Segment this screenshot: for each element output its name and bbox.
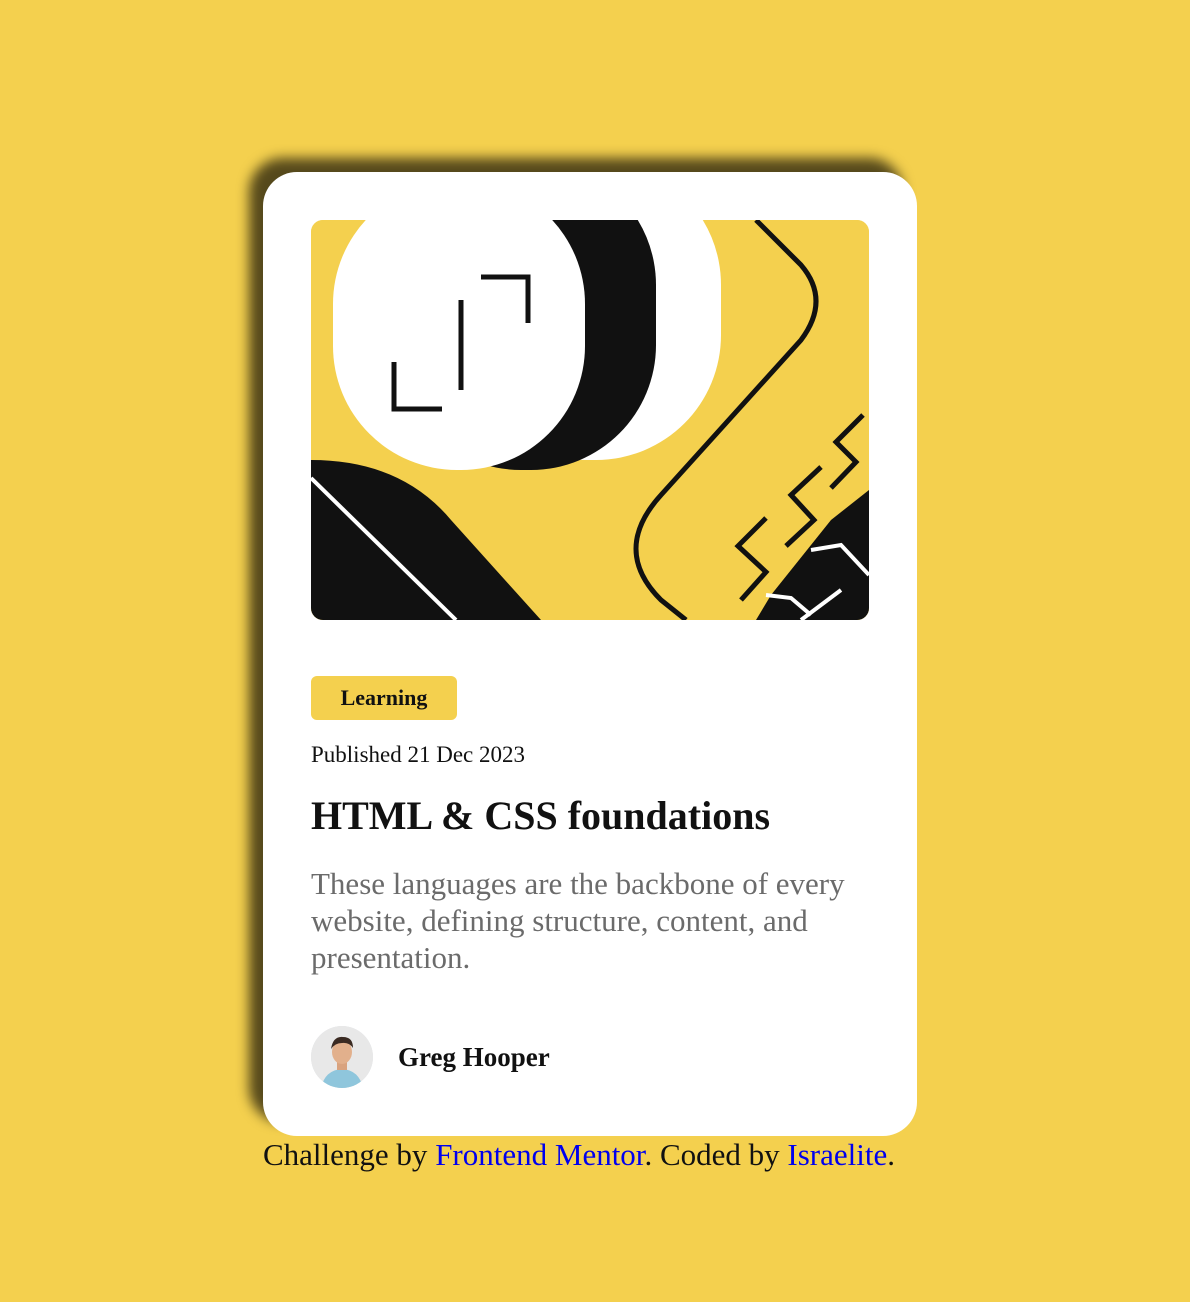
- blog-preview-card: Learning Published 21 Dec 2023 HTML & CS…: [263, 172, 917, 1136]
- attribution-middle: . Coded by: [644, 1137, 788, 1172]
- attribution-suffix: .: [887, 1137, 895, 1172]
- hero-illustration: [311, 220, 869, 620]
- avatar: [311, 1026, 373, 1088]
- attribution: Challenge by Frontend Mentor. Coded by I…: [263, 1137, 895, 1173]
- card-description: These languages are the backbone of ever…: [311, 866, 845, 975]
- author-name: Greg Hooper: [398, 1041, 550, 1072]
- category-tag: Learning: [311, 676, 457, 720]
- published-date: Published 21 Dec 2023: [311, 742, 526, 767]
- card-title[interactable]: HTML & CSS foundations: [311, 792, 770, 839]
- author-link[interactable]: Israelite: [787, 1137, 887, 1172]
- frontend-mentor-link[interactable]: Frontend Mentor: [435, 1137, 644, 1172]
- author: Greg Hooper: [311, 1026, 550, 1088]
- avatar-photo-icon: [311, 1026, 373, 1088]
- attribution-prefix: Challenge by: [263, 1137, 436, 1172]
- page: Learning Published 21 Dec 2023 HTML & CS…: [0, 0, 1190, 1302]
